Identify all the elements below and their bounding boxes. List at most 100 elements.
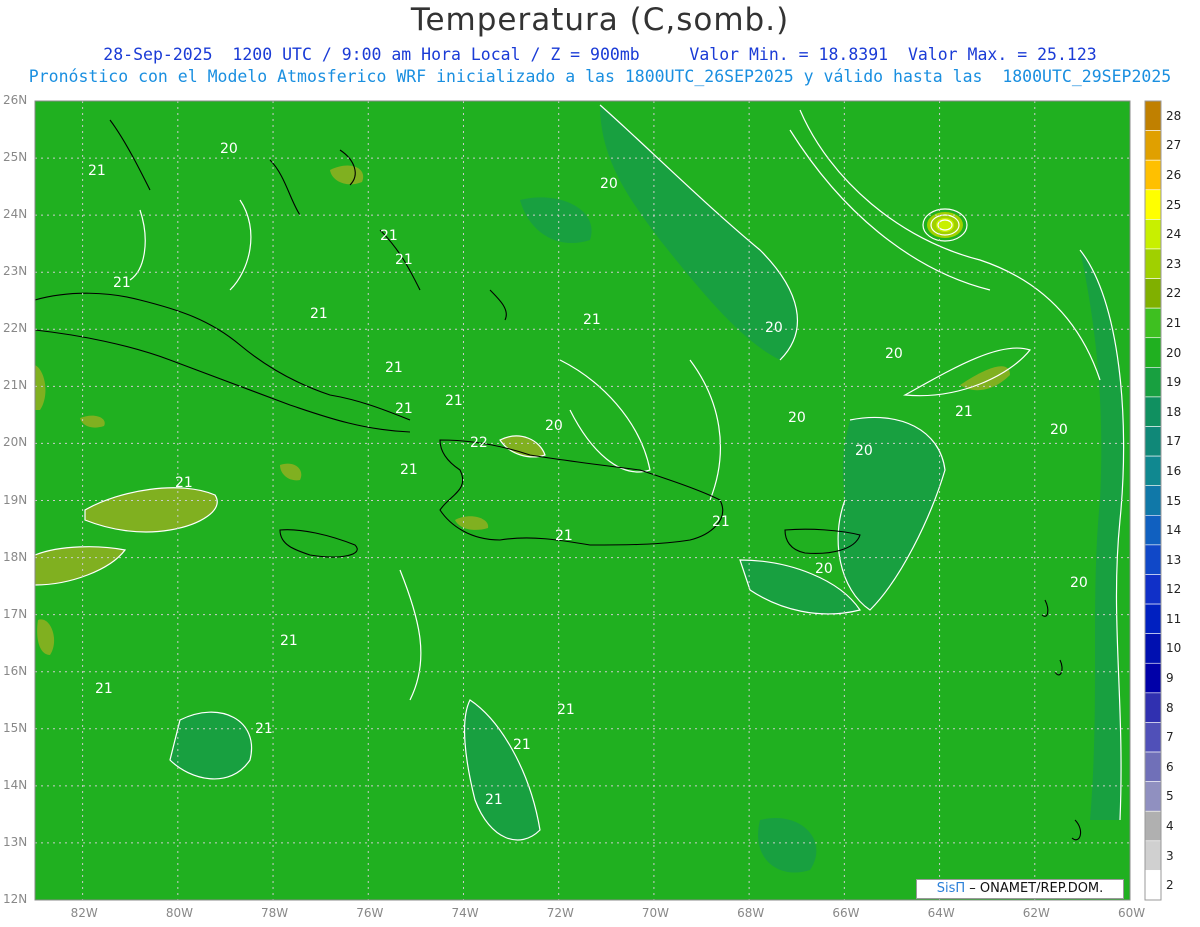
lat-tick-label: 14N [3, 777, 28, 792]
colorbar-swatch [1144, 781, 1162, 812]
colorbar-level-label: 14 [1166, 523, 1182, 538]
colorbar-level-label: 28 [1166, 108, 1182, 123]
colorbar-swatch [1144, 751, 1162, 782]
colorbar-level-label: 19 [1166, 375, 1182, 390]
contour-label: 21 [557, 702, 575, 718]
colorbar-level-label: 27 [1166, 138, 1182, 153]
contour-label: 20 [765, 320, 783, 336]
lat-tick-label: 22N [3, 321, 28, 336]
lat-tick-label: 20N [3, 435, 28, 450]
lat-tick-label: 16N [3, 663, 28, 678]
lat-tick-label: 24N [3, 207, 28, 222]
lat-tick-label: 23N [3, 264, 28, 279]
colorbar-level-label: 22 [1166, 286, 1182, 301]
colorbar-swatch [1144, 337, 1162, 368]
credit-box: SisΠ – ONAMET/REP.DOM. [916, 879, 1124, 899]
colorbar-swatch [1144, 426, 1162, 457]
colorbar-level-label: 11 [1166, 611, 1182, 626]
map-canvas: 20 21 21 21 21 21 21 21 21 22 21 21 21 20 21 21 20 21 21 20… [34, 100, 1162, 901]
contour-label: 21 [955, 404, 973, 420]
colorbar-swatch [1144, 870, 1162, 901]
contour-label: 21 [310, 306, 328, 322]
credit-brand: SisΠ [936, 881, 966, 896]
colorbar-swatch [1144, 810, 1162, 842]
colorbar-swatch [1144, 633, 1162, 664]
colorbar-level-label: 20 [1166, 345, 1182, 360]
colorbar-swatch [1144, 278, 1162, 309]
lat-tick-label: 13N [3, 834, 28, 849]
colorbar-swatch [1144, 662, 1162, 694]
colorbar-swatch [1144, 544, 1162, 575]
colorbar-swatch [1144, 307, 1162, 339]
contour-label: 21 [445, 393, 463, 409]
colorbar-swatch [1144, 485, 1162, 516]
lat-tick-label: 15N [3, 720, 28, 735]
colorbar-swatch [1144, 100, 1162, 131]
contour-label: 21 [280, 633, 298, 649]
contour-label: 21 [88, 163, 106, 179]
lon-tick-label: 72W [546, 906, 574, 920]
lat-tick-label: 19N [3, 492, 28, 507]
contour-label: 21 [175, 475, 193, 491]
contour-label: 21 [255, 721, 273, 737]
lon-tick-label: 82W [70, 906, 98, 920]
colorbar-swatch [1144, 396, 1162, 427]
contour-label: 21 [380, 228, 398, 244]
contour-label: 20 [220, 141, 238, 157]
colorbar-swatch [1144, 692, 1162, 723]
lat-tick-label: 17N [3, 606, 28, 621]
contour-label: 20 [600, 176, 618, 192]
colorbar-swatch [1144, 514, 1162, 546]
colorbar-swatch [1144, 574, 1162, 605]
colorbar-level-label: 23 [1166, 256, 1182, 271]
contour-label: 21 [95, 681, 113, 697]
colorbar-swatch [1144, 189, 1162, 220]
colorbar-level-label: 15 [1166, 493, 1182, 508]
colorbar-swatch [1144, 367, 1162, 398]
contour-label: 21 [583, 312, 601, 328]
lon-tick-label: 70W [641, 906, 670, 920]
contour-label: 20 [545, 418, 563, 434]
colorbar-level-label: 26 [1166, 167, 1182, 182]
colorbar-level-label: 3 [1166, 848, 1174, 863]
contour-label: 20 [855, 443, 873, 459]
lon-tick-label: 60W [1118, 906, 1146, 920]
colorbar-level-label: 8 [1166, 700, 1174, 715]
colorbar-level-label: 18 [1166, 404, 1182, 419]
colorbar-level-label: 6 [1166, 759, 1174, 774]
lat-tick-label: 21N [3, 378, 28, 393]
colorbar-level-label: 12 [1166, 582, 1182, 597]
contour-label: 20 [815, 561, 833, 577]
lon-tick-label: 76W [356, 906, 384, 920]
colorbar-swatch [1144, 130, 1162, 161]
colorbar-swatch [1144, 722, 1162, 753]
colorbar-level-label: 17 [1166, 434, 1182, 449]
colorbar-level-label: 4 [1166, 819, 1174, 834]
lat-tick-label: 12N [3, 892, 28, 906]
credit-text: – ONAMET/REP.DOM. [969, 881, 1104, 896]
colorbar-level-label: 13 [1166, 552, 1182, 567]
lon-tick-label: 62W [1022, 906, 1050, 920]
contour-label: 22 [470, 435, 488, 451]
contour-label: 20 [1070, 575, 1088, 591]
colorbar-level-label: 16 [1166, 463, 1182, 478]
contour-label: 21 [385, 360, 403, 376]
colorbar-swatch [1144, 603, 1162, 634]
colorbar-level-label: 24 [1166, 227, 1182, 242]
colorbar-swatch [1144, 455, 1162, 487]
contour-label: 20 [788, 410, 806, 426]
lon-tick-label: 74W [451, 906, 479, 920]
colorbar-level-label: 25 [1166, 197, 1182, 212]
colorbar-level-label: 21 [1166, 315, 1182, 330]
colorbar-swatch [1144, 159, 1162, 191]
contour-label: 21 [712, 514, 730, 530]
lon-tick-label: 66W [832, 906, 860, 920]
colorbar-swatch [1144, 840, 1162, 871]
contour-label: 21 [555, 528, 573, 544]
contour-label: 21 [400, 462, 418, 478]
colorbar-level-label: 10 [1166, 641, 1182, 656]
contour-label: 21 [395, 252, 413, 268]
colorbar [1144, 100, 1162, 901]
lat-tick-label: 25N [3, 150, 28, 165]
colorbar-level-label: 9 [1166, 671, 1174, 686]
